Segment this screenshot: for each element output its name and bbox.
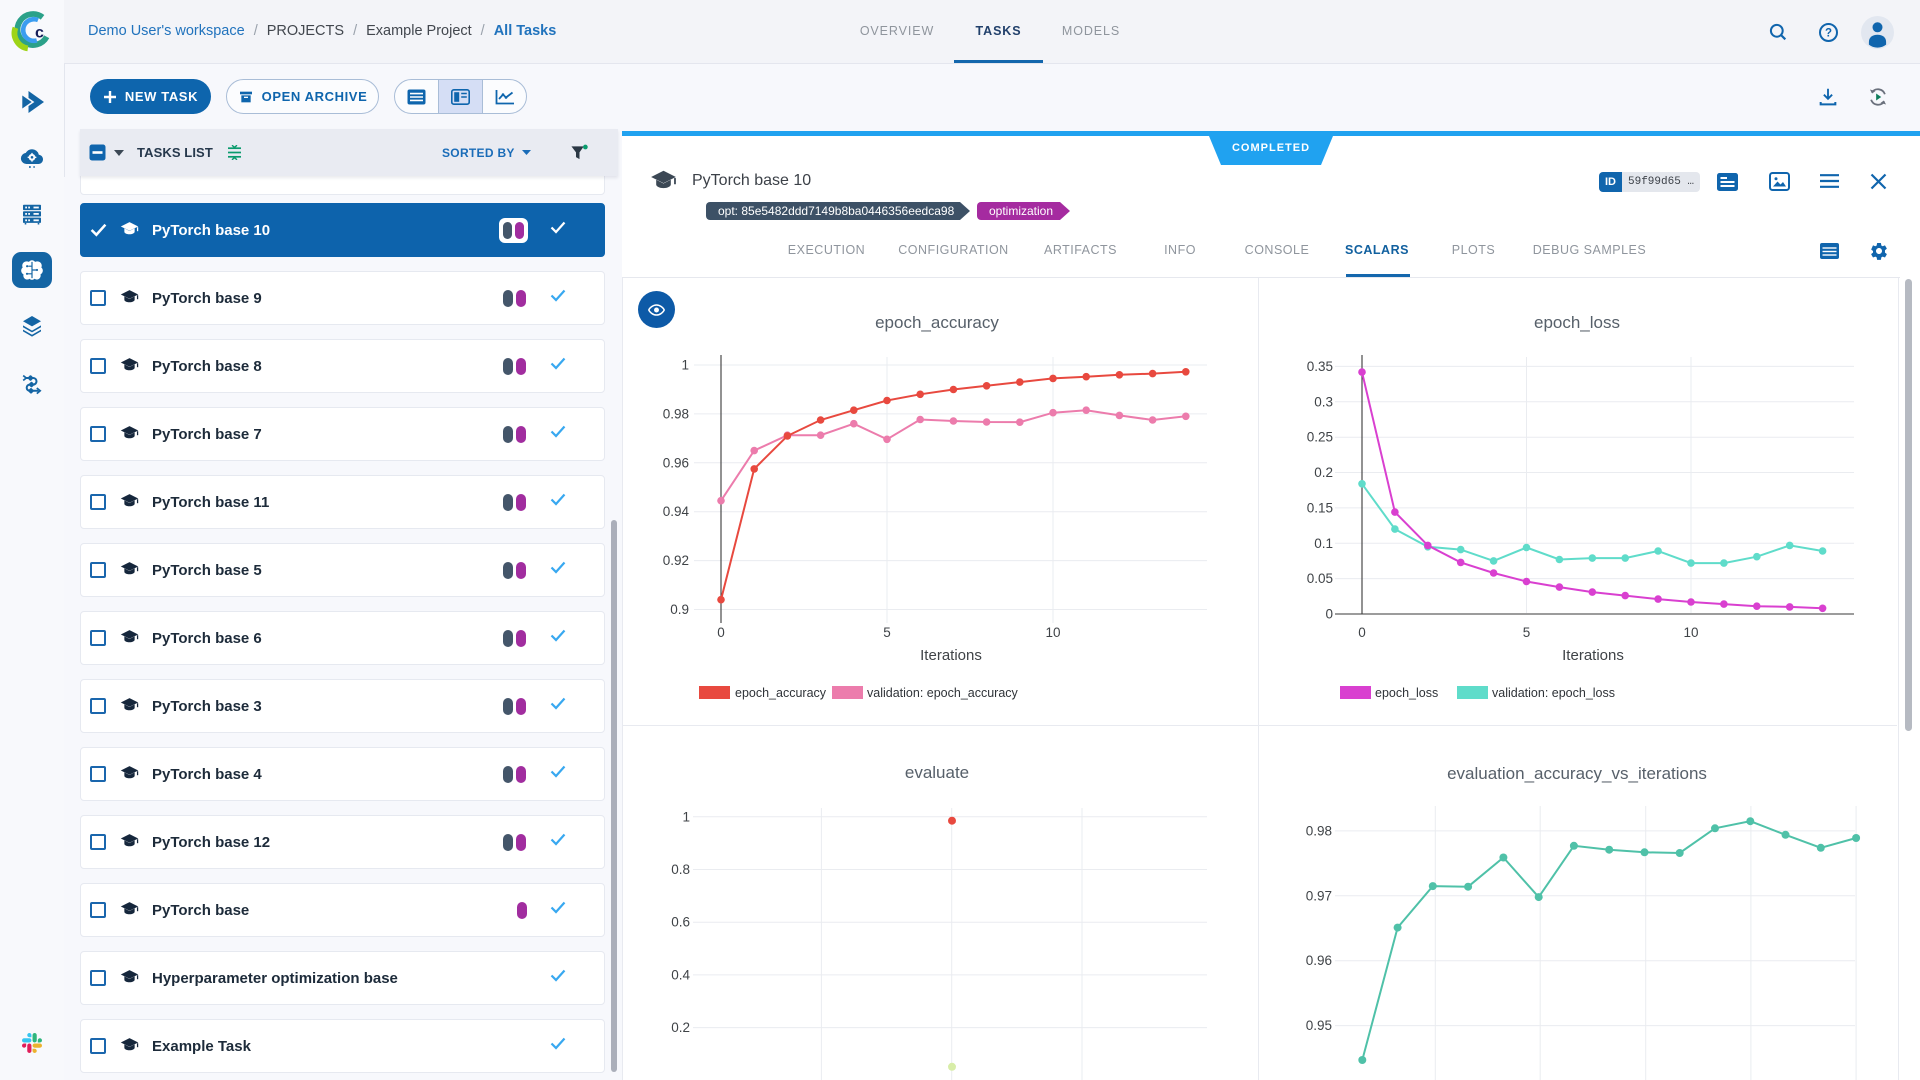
- svg-text:validation: epoch_loss: validation: epoch_loss: [1492, 686, 1615, 700]
- svg-text:Iterations: Iterations: [1562, 647, 1624, 664]
- svg-text:0.4: 0.4: [671, 967, 690, 982]
- svg-text:1: 1: [682, 809, 690, 824]
- svg-text:0.96: 0.96: [1306, 953, 1332, 968]
- svg-text:0.97: 0.97: [1306, 888, 1332, 903]
- svg-text:epoch_accuracy: epoch_accuracy: [735, 686, 827, 700]
- svg-text:0.2: 0.2: [671, 1020, 690, 1035]
- svg-text:0: 0: [717, 625, 725, 640]
- svg-text:0.95: 0.95: [1306, 1018, 1332, 1033]
- svg-text:?: ?: [1825, 28, 1832, 40]
- svg-text:0.2: 0.2: [1314, 465, 1333, 480]
- svg-text:validation: epoch_accuracy: validation: epoch_accuracy: [867, 686, 1019, 700]
- svg-text:epoch_loss: epoch_loss: [1375, 686, 1438, 700]
- svg-text:0: 0: [1358, 625, 1366, 640]
- svg-text:c: c: [35, 25, 44, 42]
- svg-text:evaluate: evaluate: [905, 763, 969, 782]
- svg-text:0.05: 0.05: [1307, 571, 1333, 586]
- svg-text:0.96: 0.96: [663, 455, 689, 470]
- svg-text:0.92: 0.92: [663, 553, 689, 568]
- svg-text:10: 10: [1045, 625, 1060, 640]
- svg-text:0.98: 0.98: [1306, 823, 1332, 838]
- svg-text:0.1: 0.1: [1314, 536, 1333, 551]
- svg-text:10: 10: [1683, 625, 1698, 640]
- svg-text:0.15: 0.15: [1307, 500, 1333, 515]
- svg-text:0.94: 0.94: [663, 504, 690, 519]
- svg-text:0: 0: [1325, 607, 1333, 622]
- svg-text:5: 5: [1523, 625, 1531, 640]
- svg-text:1: 1: [681, 358, 689, 373]
- svg-text:0.3: 0.3: [1314, 394, 1333, 409]
- svg-text:0.6: 0.6: [671, 915, 690, 930]
- svg-text:5: 5: [883, 625, 891, 640]
- svg-text:0.25: 0.25: [1307, 430, 1333, 445]
- svg-text:0.9: 0.9: [670, 602, 689, 617]
- svg-text:evaluation_accuracy_vs_iterati: evaluation_accuracy_vs_iterations: [1447, 764, 1707, 783]
- svg-text:epoch_accuracy: epoch_accuracy: [875, 313, 999, 332]
- svg-text:0.8: 0.8: [671, 862, 690, 877]
- svg-text:0.35: 0.35: [1307, 359, 1333, 374]
- svg-text:0.98: 0.98: [663, 406, 689, 421]
- svg-text:epoch_loss: epoch_loss: [1534, 313, 1620, 332]
- svg-text:Iterations: Iterations: [920, 647, 982, 664]
